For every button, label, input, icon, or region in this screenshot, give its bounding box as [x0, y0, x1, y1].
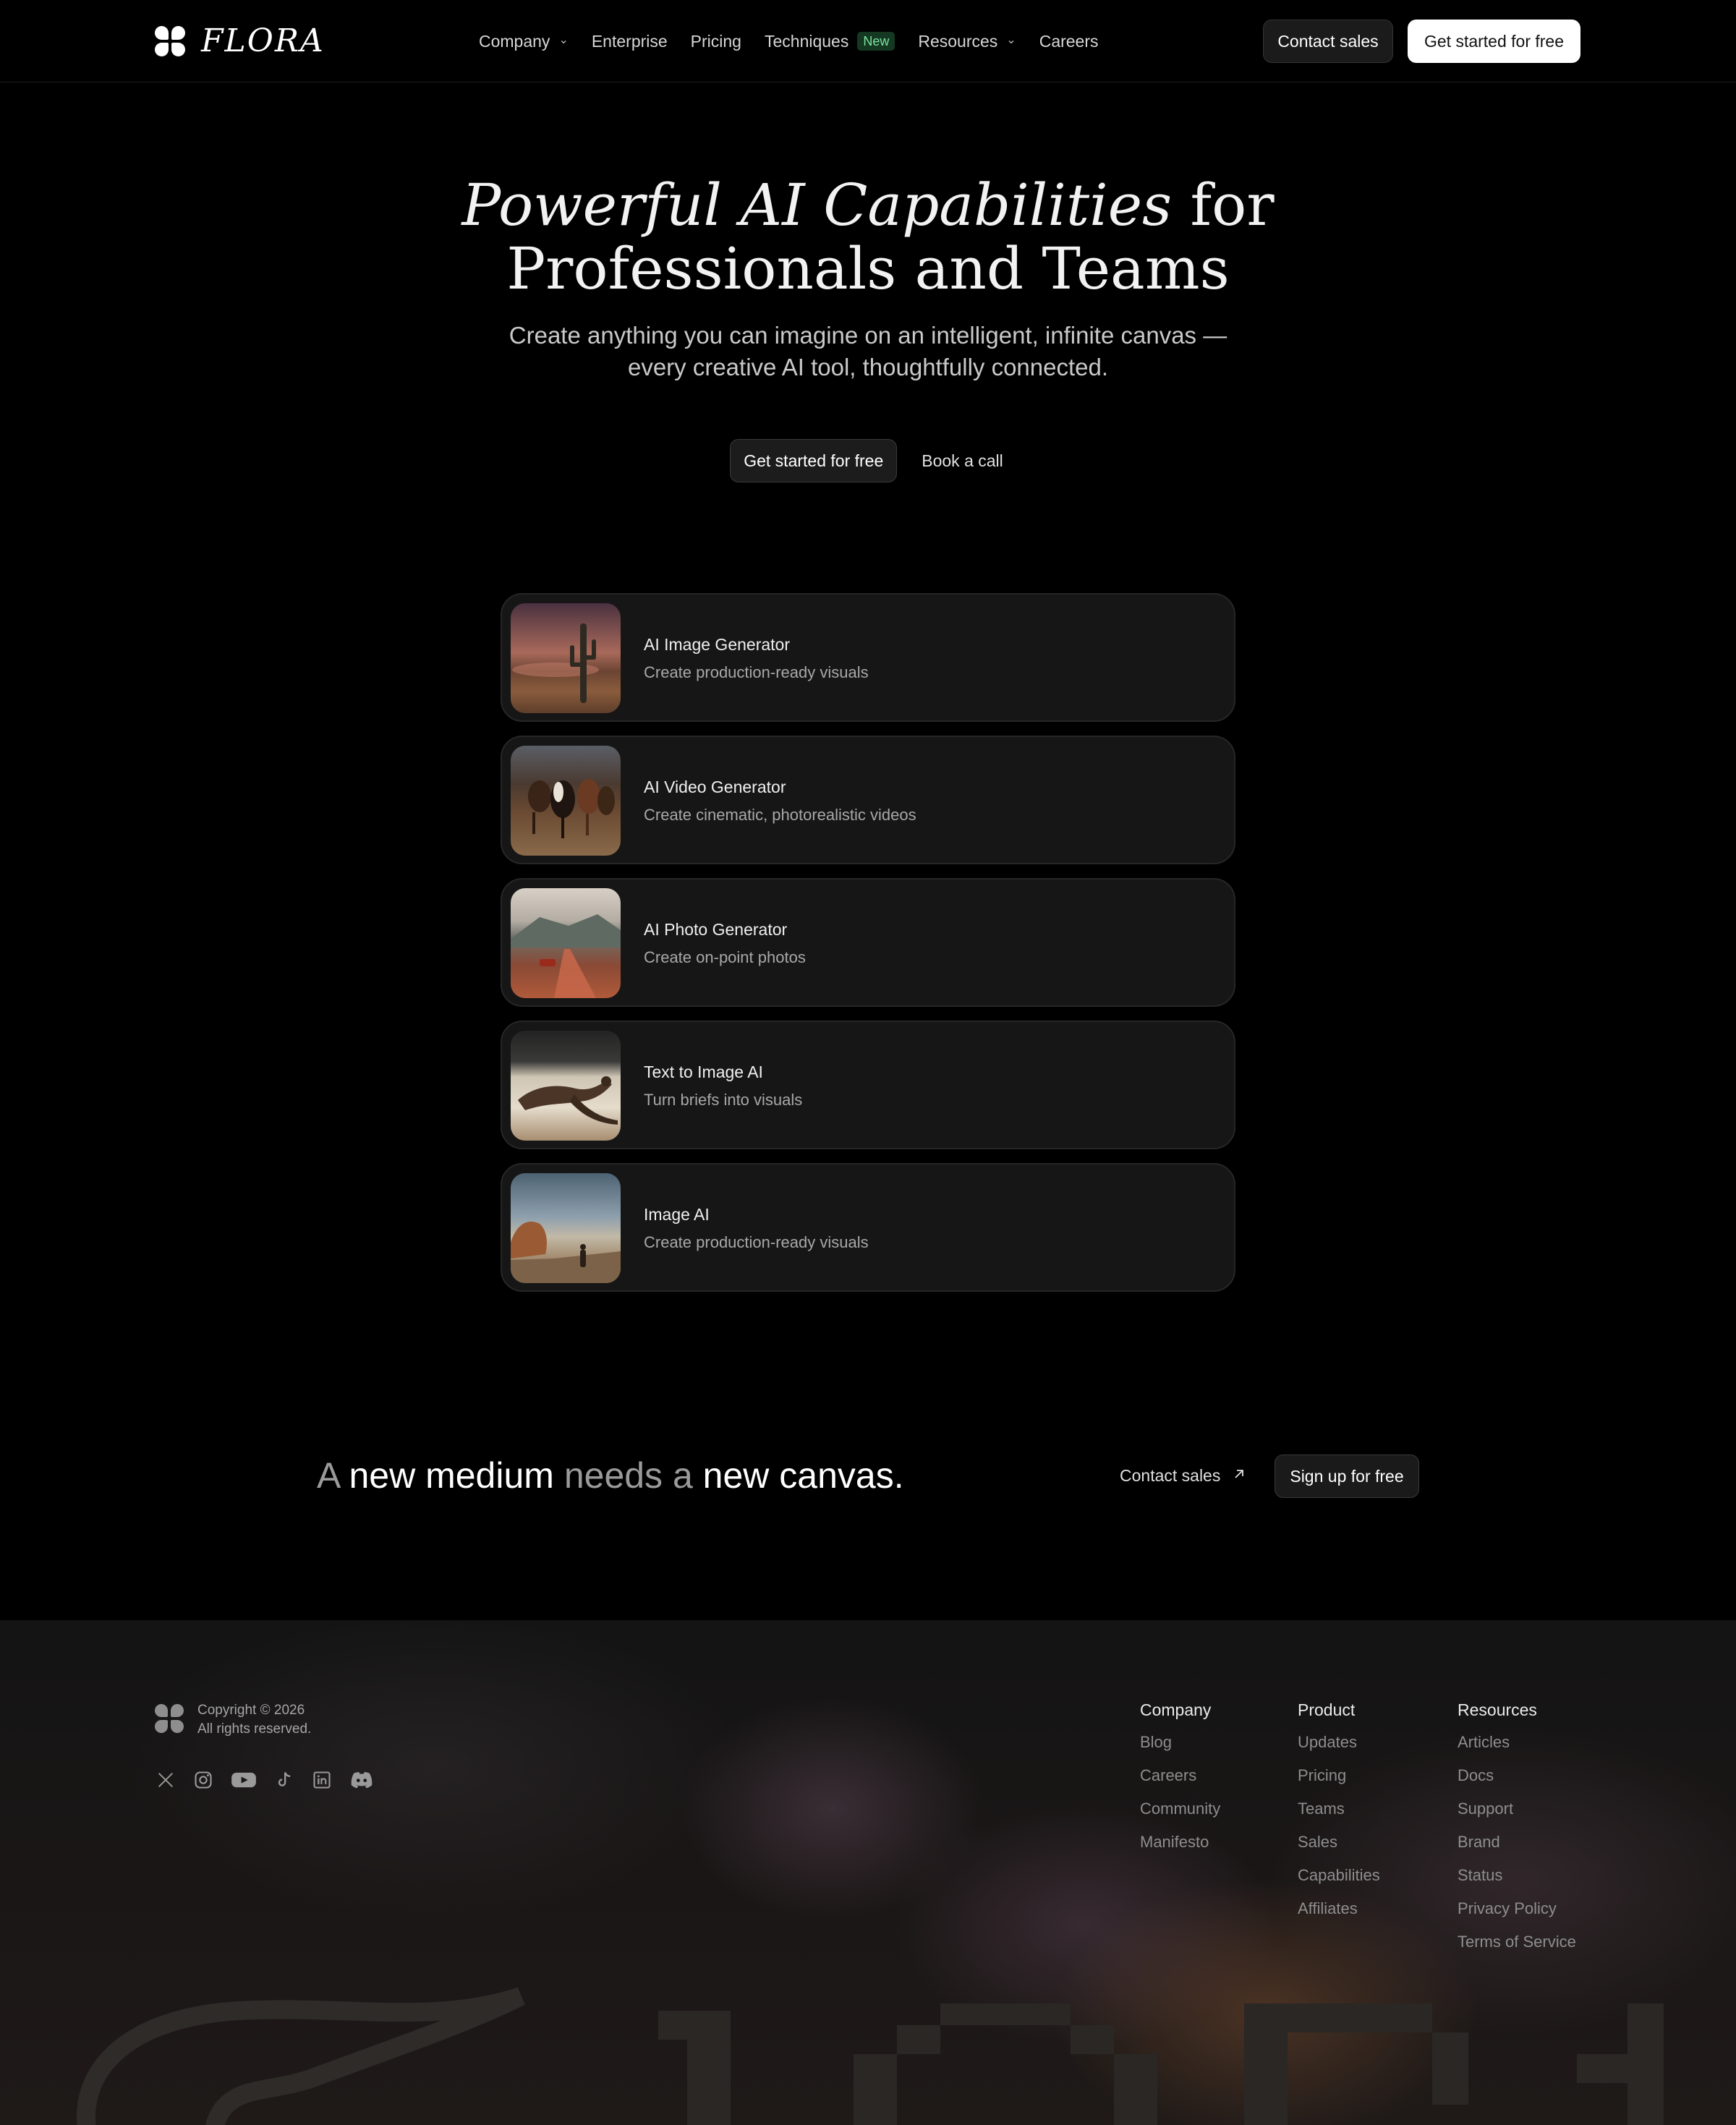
tool-card-image-generator[interactable]: AI Image Generator Create production-rea… [501, 593, 1235, 722]
sign-up-button[interactable]: Sign up for free [1275, 1455, 1419, 1498]
nav-company-label: Company [479, 31, 550, 51]
tool-description: Create production-ready visuals [644, 663, 869, 681]
footer-copyright: Copyright © 2026 All rights reserved. [197, 1701, 311, 1739]
brand-wordmark: FLORA [201, 22, 325, 59]
nav-techniques-label: Techniques [764, 31, 849, 51]
footer-link-articles[interactable]: Articles [1458, 1732, 1576, 1753]
hero-title: Powerful AI Capabilities for Professiona… [289, 174, 1447, 301]
chevron-down-icon: ⌄ [1006, 34, 1016, 46]
flora-logo-icon [155, 26, 185, 56]
cta-word-a: A [317, 1455, 339, 1496]
nav-enterprise-label: Enterprise [591, 31, 668, 51]
rights-text: All rights reserved. [197, 1721, 312, 1737]
nav-company[interactable]: Company ⌄ [479, 32, 569, 51]
footer-link-blog[interactable]: Blog [1140, 1732, 1220, 1753]
footer-logo-icon[interactable] [155, 1704, 184, 1733]
footer-column-company: Company Blog Careers Community Manifesto [1140, 1700, 1220, 1865]
nav-links: Company ⌄ Enterprise Pricing Techniques … [479, 27, 1099, 55]
footer-link-support[interactable]: Support [1458, 1799, 1576, 1819]
nav-resources-label: Resources [918, 31, 998, 51]
linkedin-icon[interactable] [311, 1769, 333, 1791]
desert-cactus-image [511, 603, 621, 713]
copyright-text: Copyright © 2026 [197, 1703, 305, 1718]
tool-description: Create on-point photos [644, 948, 806, 966]
hero-subtitle-line-1: Create anything you can imagine on an in… [509, 322, 1227, 349]
footer-heading: Resources [1458, 1700, 1537, 1719]
kangaroo-image [511, 1031, 621, 1141]
tool-title: AI Image Generator [644, 635, 790, 654]
nav-pricing-label: Pricing [690, 31, 741, 51]
desert-road-car-image [511, 888, 621, 998]
footer-link-capabilities[interactable]: Capabilities [1298, 1865, 1380, 1886]
hero-title-rest: for [1172, 171, 1275, 239]
book-a-call-button[interactable]: Book a call [919, 439, 1006, 482]
nav-enterprise[interactable]: Enterprise [592, 32, 668, 51]
instagram-icon[interactable] [192, 1769, 214, 1791]
footer-link-status[interactable]: Status [1458, 1865, 1576, 1886]
tool-card-photo-generator[interactable]: AI Photo Generator Create on-point photo… [501, 878, 1235, 1007]
tool-card-image-ai[interactable]: Image AI Create production-ready visuals [501, 1163, 1235, 1292]
social-links [155, 1769, 375, 1791]
tool-title: Text to Image AI [644, 1062, 763, 1081]
nav-careers[interactable]: Careers [1039, 32, 1099, 51]
footer-column-product: Product Updates Pricing Teams Sales Capa… [1298, 1700, 1380, 1932]
nav-techniques[interactable]: Techniques New [765, 32, 895, 51]
tool-description: Create production-ready visuals [644, 1233, 869, 1251]
desert-rocks-person-image [511, 1173, 621, 1283]
footer-heading: Company [1140, 1700, 1212, 1719]
youtube-icon[interactable] [230, 1769, 258, 1791]
tool-title: AI Video Generator [644, 778, 786, 796]
get-started-button[interactable]: Get started for free [1408, 20, 1580, 63]
footer-link-sales[interactable]: Sales [1298, 1832, 1380, 1852]
nav-resources[interactable]: Resources ⌄ [918, 32, 1016, 51]
cta-contact-sales-link[interactable]: Contact sales [1120, 1455, 1246, 1496]
chevron-down-icon: ⌄ [558, 34, 569, 46]
hero-subtitle-line-2: every creative AI tool, thoughtfully con… [627, 354, 1109, 380]
tool-description: Create cinematic, photorealistic videos [644, 806, 916, 824]
top-nav: FLORA Company ⌄ Enterprise Pricing Techn… [0, 0, 1736, 82]
footer-link-manifesto[interactable]: Manifesto [1140, 1832, 1220, 1852]
footer-heading: Product [1298, 1700, 1356, 1719]
brand-logo[interactable]: FLORA [155, 25, 325, 58]
discord-icon[interactable] [349, 1769, 375, 1791]
hero-title-line-2: Professionals and Teams [506, 235, 1230, 302]
contact-sales-button[interactable]: Contact sales [1263, 20, 1393, 63]
tool-title: AI Photo Generator [644, 920, 788, 939]
tool-card-text-to-image[interactable]: Text to Image AI Turn briefs into visual… [501, 1021, 1235, 1149]
footer-link-affiliates[interactable]: Affiliates [1298, 1899, 1380, 1919]
cta-contact-label: Contact sales [1120, 1465, 1221, 1485]
arrow-up-right-icon [1232, 1466, 1246, 1486]
footer-link-community[interactable]: Community [1140, 1799, 1220, 1819]
hero-title-italic: Powerful AI Capabilities [461, 171, 1173, 239]
footer-link-privacy[interactable]: Privacy Policy [1458, 1899, 1576, 1919]
hero-get-started-button[interactable]: Get started for free [730, 439, 898, 482]
tool-card-video-generator[interactable]: AI Video Generator Create cinematic, pho… [501, 736, 1235, 864]
hero-actions: Get started for free Book a call [0, 439, 1736, 482]
cta-word-new-canvas: new canvas. [692, 1455, 904, 1496]
tool-list: AI Image Generator Create production-rea… [501, 593, 1235, 1306]
cta-word-new-medium: new medium [339, 1455, 564, 1496]
footer-link-updates[interactable]: Updates [1298, 1732, 1380, 1753]
footer-link-brand[interactable]: Brand [1458, 1832, 1576, 1852]
hero-subtitle: Create anything you can imagine on an in… [434, 320, 1302, 383]
footer-link-docs[interactable]: Docs [1458, 1766, 1576, 1786]
new-badge: New [857, 32, 895, 51]
x-icon[interactable] [155, 1769, 176, 1791]
tiktok-icon[interactable] [273, 1769, 295, 1791]
footer-link-pricing[interactable]: Pricing [1298, 1766, 1380, 1786]
tool-description: Turn briefs into visuals [644, 1091, 803, 1109]
tool-title: Image AI [644, 1205, 710, 1224]
footer-link-careers[interactable]: Careers [1140, 1766, 1220, 1786]
flora-large-logo-graphic [77, 1987, 1664, 2125]
footer-column-resources: Resources Articles Docs Support Brand St… [1458, 1700, 1576, 1965]
footer-link-teams[interactable]: Teams [1298, 1799, 1380, 1819]
cta-word-needs-a: needs a [563, 1455, 693, 1496]
footer: Copyright © 2026 All rights reserved. Co… [0, 1620, 1736, 2125]
nav-careers-label: Careers [1039, 31, 1099, 51]
cta-headline: A new medium needs a new canvas. [317, 1452, 904, 1499]
running-horses-image [511, 746, 621, 856]
footer-link-terms[interactable]: Terms of Service [1458, 1932, 1576, 1952]
nav-pricing[interactable]: Pricing [691, 32, 741, 51]
